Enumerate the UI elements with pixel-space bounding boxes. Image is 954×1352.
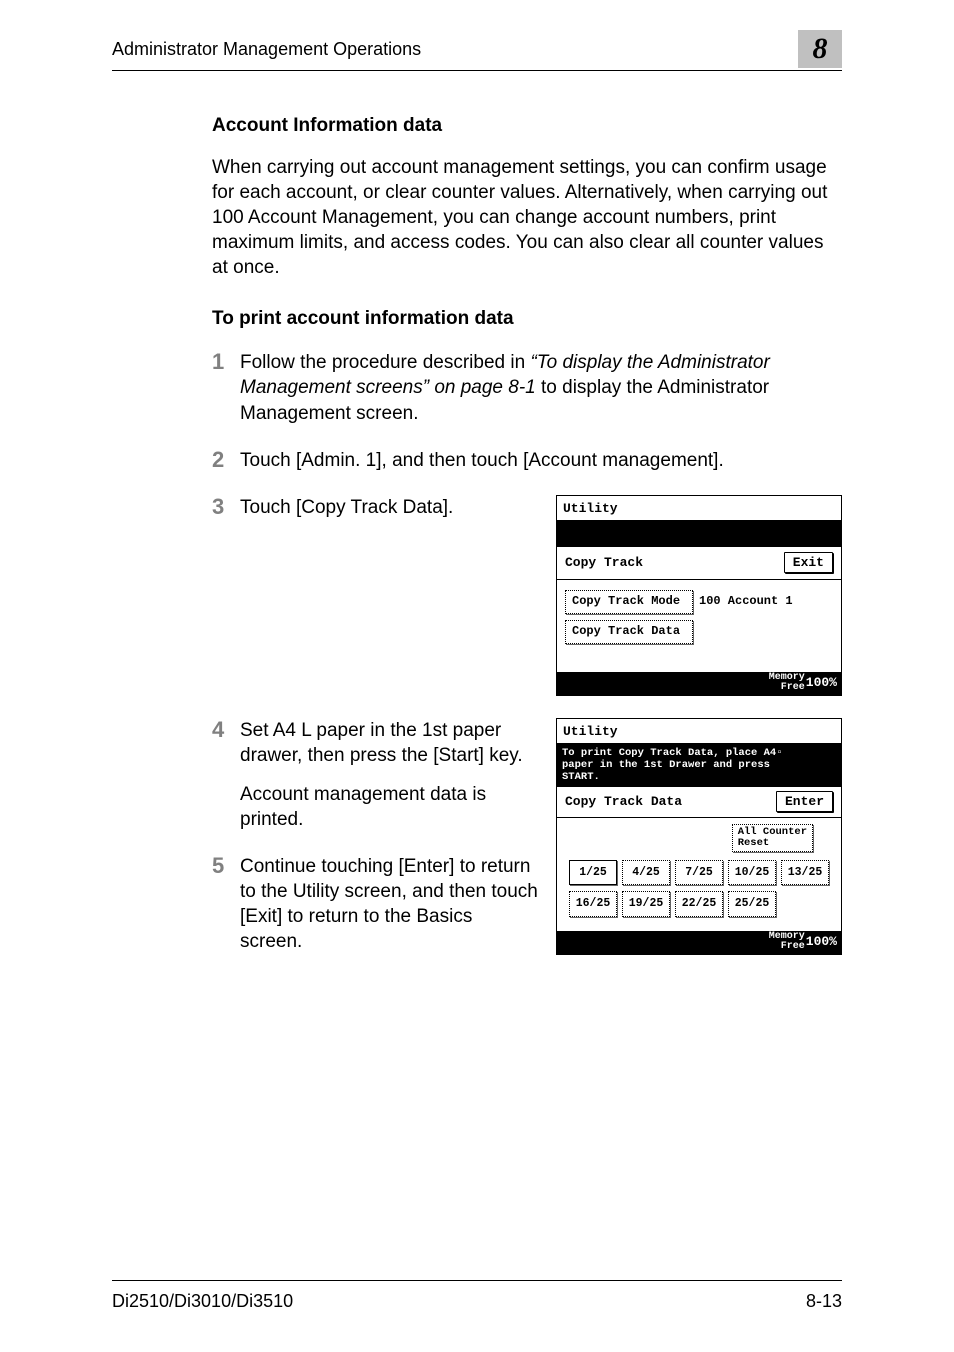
page-btn-4-25[interactable]: 4/25 (622, 860, 670, 885)
step-number-3: 3 (212, 495, 240, 696)
header-rule (112, 70, 842, 71)
step-4-line2: Account management data is printed. (240, 782, 538, 832)
footer-left: Di2510/Di3010/Di3510 (112, 1291, 293, 1312)
shot2-mem-value: 100% (806, 935, 837, 949)
shot1-heading: Copy Track (565, 554, 643, 571)
shot1-blackband (557, 521, 841, 547)
page-btn-16-25[interactable]: 16/25 (569, 891, 617, 916)
step-number-1: 1 (212, 350, 240, 425)
shot1-mem-label1: Memory (769, 672, 805, 683)
shot2-mem-label2: Free (769, 942, 805, 953)
step-5-text: Continue touching [Enter] to return to t… (240, 854, 538, 954)
shot1-footer: Memory Free 100% (557, 672, 841, 695)
copy-track-mode-button[interactable]: Copy Track Mode (565, 590, 693, 614)
shot2-title: Utility (557, 719, 841, 744)
chapter-number: 8 (813, 32, 828, 66)
footer-rule (112, 1280, 842, 1281)
step-2-text: Touch [Admin. 1], and then touch [Accoun… (240, 448, 842, 473)
shot2-heading: Copy Track Data (565, 793, 682, 810)
section-intro: When carrying out account management set… (212, 155, 842, 280)
shot1-mem-label2: Free (769, 683, 805, 694)
page-btn-13-25[interactable]: 13/25 (781, 860, 829, 885)
all-counter-reset-button[interactable]: All Counter Reset (732, 824, 813, 852)
section-heading: Account Information data (212, 115, 842, 137)
shot2-mem-label1: Memory (769, 931, 805, 942)
page-btn-7-25[interactable]: 7/25 (675, 860, 723, 885)
step-4-line1: Set A4 L paper in the 1st paper drawer, … (240, 718, 538, 768)
step-3-text: Touch [Copy Track Data]. (240, 495, 538, 520)
page-row-2: 16/25 19/25 22/25 25/25 (565, 891, 833, 916)
page-btn-19-25[interactable]: 19/25 (622, 891, 670, 916)
page-btn-10-25[interactable]: 10/25 (728, 860, 776, 885)
screenshot-copy-track: Utility Copy Track Exit Copy Track Mode … (556, 495, 842, 696)
step-number-2: 2 (212, 448, 240, 473)
page-btn-25-25[interactable]: 25/25 (728, 891, 776, 916)
page-btn-1-25[interactable]: 1/25 (569, 860, 617, 885)
step-1-text: Follow the procedure described in “To di… (240, 350, 842, 425)
footer-right: 8-13 (806, 1291, 842, 1312)
enter-button[interactable]: Enter (776, 791, 833, 812)
shot2-footer: Memory Free 100% (557, 931, 841, 954)
header-title: Administrator Management Operations (112, 39, 421, 60)
account-info-text: 100 Account 1 (699, 594, 793, 610)
page-btn-22-25[interactable]: 22/25 (675, 891, 723, 916)
chapter-box: 8 (798, 30, 842, 68)
step-1-pre: Follow the procedure described in (240, 352, 530, 373)
shot2-instructions: To print Copy Track Data, place A4▫ pape… (557, 744, 841, 787)
step-number-5: 5 (212, 854, 240, 954)
exit-button[interactable]: Exit (784, 552, 833, 573)
page-btn-empty (781, 891, 829, 916)
shot1-title: Utility (557, 496, 841, 521)
subheading: To print account information data (212, 308, 842, 330)
copy-track-data-button[interactable]: Copy Track Data (565, 620, 693, 644)
page-row-1: 1/25 4/25 7/25 10/25 13/25 (565, 860, 833, 885)
screenshot-copy-track-data: Utility To print Copy Track Data, place … (556, 718, 842, 955)
shot1-mem-value: 100% (806, 676, 837, 690)
